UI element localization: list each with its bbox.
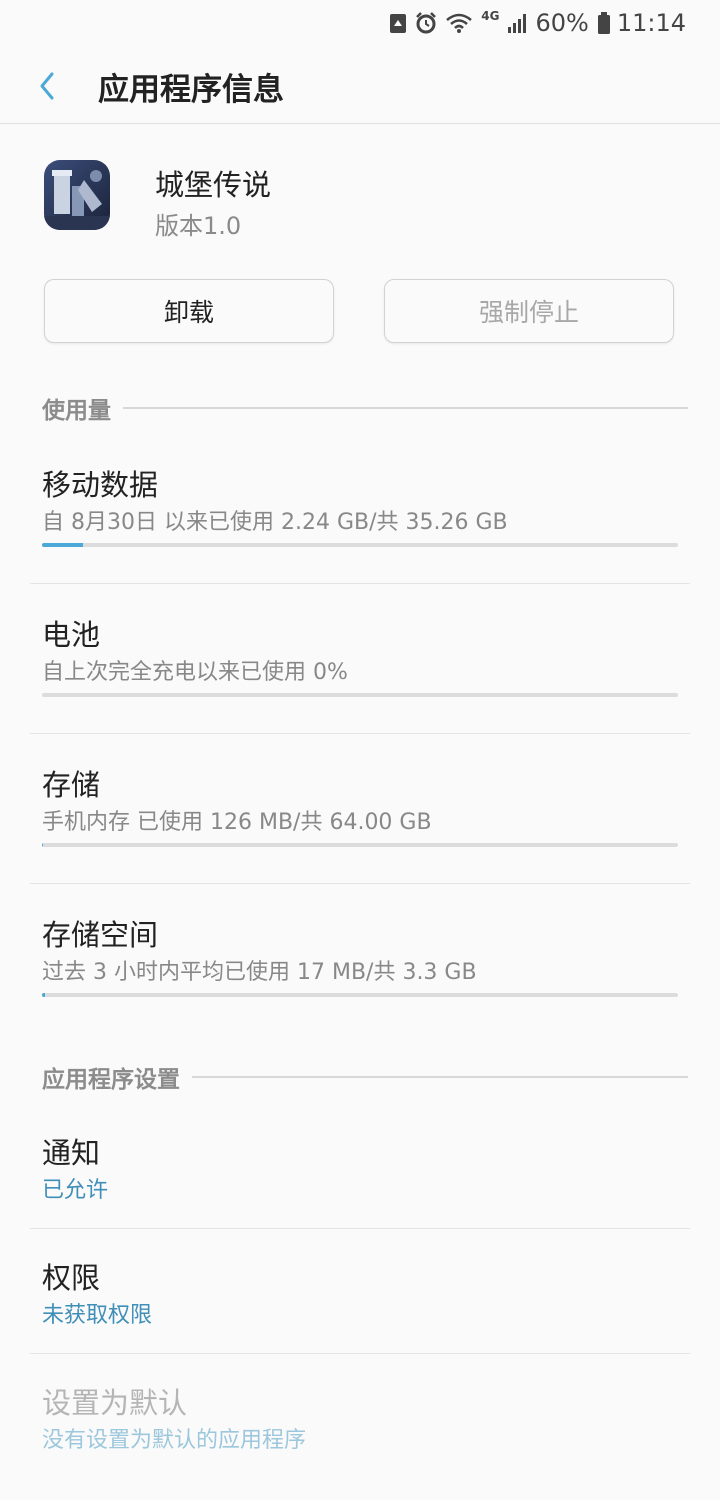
battery-percent: 60% xyxy=(535,9,589,37)
wifi-icon xyxy=(445,12,473,34)
chevron-left-icon xyxy=(40,72,54,100)
item-title: 通知 xyxy=(42,1136,101,1170)
notifications-item[interactable]: 通知 已允许 xyxy=(0,1130,720,1250)
usage-section-header: 使用量 xyxy=(42,391,688,425)
item-subtitle: 手机内存 已使用 126 MB/共 64.00 GB xyxy=(42,810,432,835)
divider xyxy=(30,883,690,884)
item-title: 电池 xyxy=(42,618,101,652)
network-type-label: 4G xyxy=(481,9,500,23)
usage-progress-bar xyxy=(42,993,678,997)
divider xyxy=(30,583,690,584)
item-title: 移动数据 xyxy=(42,468,159,502)
divider xyxy=(30,733,690,734)
force-stop-button[interactable]: 强制停止 xyxy=(384,279,674,343)
progress-fill xyxy=(42,543,83,547)
section-label: 应用程序设置 xyxy=(42,1067,180,1093)
item-subtitle: 自 8月30日 以来已使用 2.24 GB/共 35.26 GB xyxy=(42,510,508,535)
set-as-default-item[interactable]: 设置为默认 没有设置为默认的应用程序 xyxy=(0,1380,720,1500)
page-title: 应用程序信息 xyxy=(98,72,284,108)
alarm-icon xyxy=(415,12,437,34)
app-version: 版本1.0 xyxy=(155,212,242,240)
mobile-data-item[interactable]: 移动数据 自 8月30日 以来已使用 2.24 GB/共 35.26 GB xyxy=(0,462,720,612)
progress-fill xyxy=(42,993,46,997)
app-icon xyxy=(44,160,110,230)
battery-item[interactable]: 电池 自上次完全充电以来已使用 0% xyxy=(0,612,720,762)
usage-progress-bar xyxy=(42,543,678,547)
storage-item[interactable]: 存储 手机内存 已使用 126 MB/共 64.00 GB xyxy=(0,762,720,912)
progress-fill xyxy=(42,843,44,847)
permissions-item[interactable]: 权限 未获取权限 xyxy=(0,1255,720,1375)
item-subtitle: 没有设置为默认的应用程序 xyxy=(42,1428,307,1453)
section-divider xyxy=(123,407,688,409)
item-subtitle: 未获取权限 xyxy=(42,1303,153,1328)
battery-icon xyxy=(597,12,611,34)
app-settings-section-header: 应用程序设置 xyxy=(42,1060,688,1094)
app-header: 城堡传说 版本1.0 xyxy=(0,150,720,250)
item-title: 设置为默认 xyxy=(42,1386,188,1420)
app-name: 城堡传说 xyxy=(155,168,272,202)
divider xyxy=(30,1228,690,1229)
item-title: 存储空间 xyxy=(42,918,159,952)
item-subtitle: 已允许 xyxy=(42,1178,109,1203)
item-subtitle: 过去 3 小时内平均已使用 17 MB/共 3.3 GB xyxy=(42,960,477,985)
signal-icon xyxy=(507,13,529,33)
section-label: 使用量 xyxy=(42,398,111,424)
divider xyxy=(30,1353,690,1354)
clock: 11:14 xyxy=(616,9,686,37)
memory-item[interactable]: 存储空间 过去 3 小时内平均已使用 17 MB/共 3.3 GB xyxy=(0,912,720,1062)
uninstall-button[interactable]: 卸载 xyxy=(44,279,334,343)
item-subtitle: 自上次完全充电以来已使用 0% xyxy=(42,660,348,685)
usage-progress-bar xyxy=(42,843,678,847)
back-button[interactable] xyxy=(30,66,70,106)
usage-progress-bar xyxy=(42,693,678,697)
item-title: 权限 xyxy=(42,1261,101,1295)
app-bar: 应用程序信息 xyxy=(0,46,720,124)
item-title: 存储 xyxy=(42,768,101,802)
recycle-notification-icon xyxy=(389,12,407,34)
section-divider xyxy=(192,1076,688,1078)
status-bar: 4G 60% 11:14 xyxy=(0,0,720,46)
